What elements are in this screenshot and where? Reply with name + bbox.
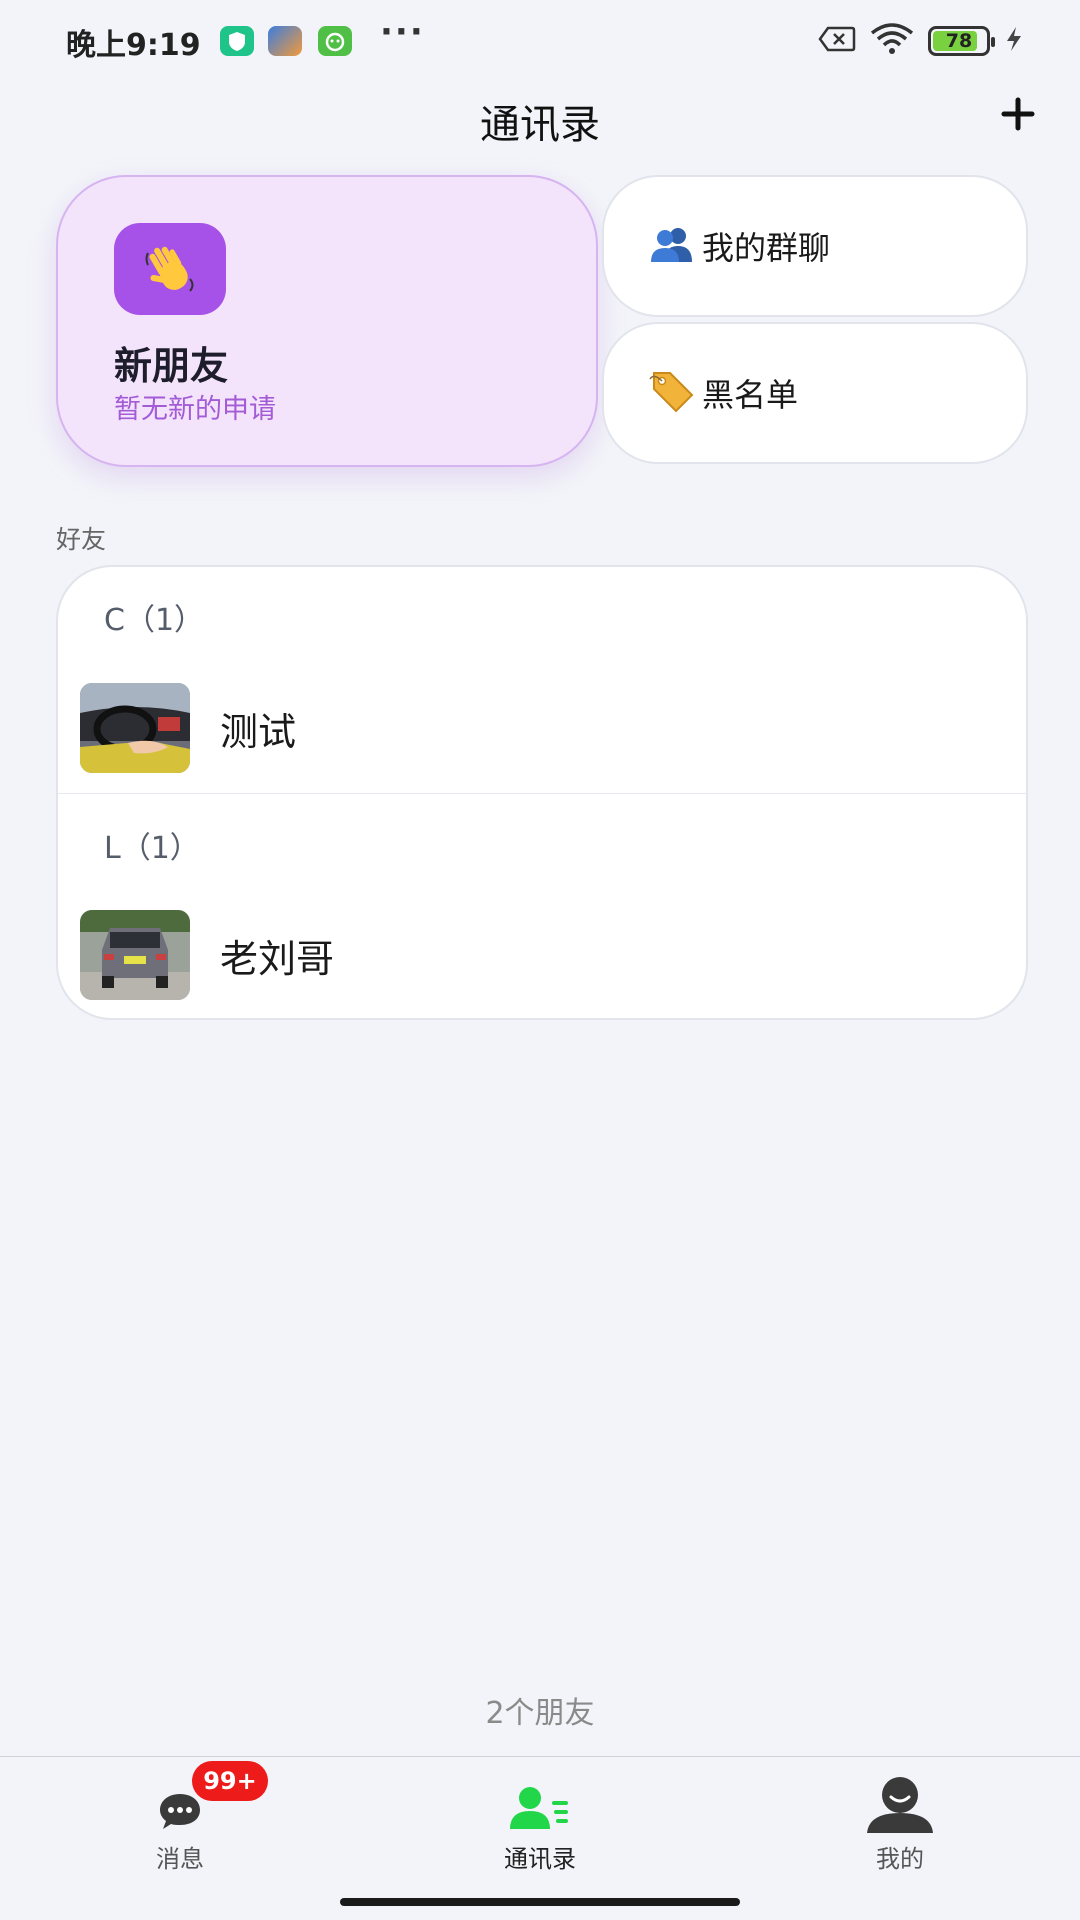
plus-icon (1001, 97, 1035, 131)
blacklist-card[interactable]: 黑名单 (602, 322, 1028, 464)
unread-badge: 99+ (192, 1761, 268, 1801)
battery-level: 78 (945, 30, 973, 52)
friend-count: 2个朋友 (485, 1696, 595, 1731)
bottom-nav: 99+ 消息 通讯录 我的 (0, 1756, 1080, 1920)
status-bar: 晚上9:19 ··· 78 (0, 0, 1080, 80)
charging-icon (1004, 25, 1024, 57)
tag-icon (648, 369, 696, 417)
my-groups-card[interactable]: 我的群聊 (602, 175, 1028, 317)
home-indicator[interactable] (340, 1898, 740, 1906)
friends-section-label: 好友 (56, 525, 107, 554)
nav-label-contacts: 通讯录 (504, 1845, 576, 1873)
friend-avatar (80, 683, 190, 773)
group-header-l: L（1） (104, 831, 200, 866)
header: 通讯录 (0, 80, 1080, 180)
new-friends-subtitle: 暂无新的申请 (114, 394, 276, 425)
people-icon (648, 224, 696, 268)
battery-icon: 78 (928, 26, 995, 56)
waving-hand-icon (114, 223, 226, 315)
friend-list: C（1） 测试 L（1） 老刘哥 (56, 565, 1028, 1020)
nav-item-me[interactable]: 我的 (780, 1757, 1020, 1877)
nav-item-contacts[interactable]: 通讯录 (420, 1757, 660, 1877)
nav-item-messages[interactable]: 99+ 消息 (60, 1757, 300, 1877)
friend-name: 老刘哥 (220, 937, 335, 981)
add-button[interactable] (996, 92, 1040, 136)
group-header-c: C（1） (104, 603, 205, 638)
friend-avatar (80, 910, 190, 1000)
friend-row[interactable]: 测试 (58, 665, 1026, 785)
friend-name: 测试 (220, 710, 297, 754)
shield-app-icon (220, 26, 254, 56)
my-groups-label: 我的群聊 (702, 229, 831, 267)
cat-app-icon (318, 26, 352, 56)
nav-label-me: 我的 (876, 1845, 924, 1873)
new-friends-card[interactable]: 新朋友 暂无新的申请 (56, 175, 598, 467)
page-title: 通讯录 (480, 102, 600, 148)
status-indicators: 78 (818, 23, 1024, 59)
sim-none-icon (818, 26, 856, 56)
more-notifications-icon: ··· (380, 12, 425, 52)
game-app-icon (268, 26, 302, 56)
nav-label-messages: 消息 (156, 1845, 204, 1873)
new-friends-title: 新朋友 (114, 344, 229, 388)
status-time: 晚上9:19 (66, 28, 201, 63)
list-divider (58, 793, 1026, 794)
wifi-icon (870, 23, 914, 59)
contacts-page: 晚上9:19 ··· 78 通讯录 新朋友 暂无新的申请 我的群聊 黑名单 好友… (0, 0, 1080, 1920)
blacklist-label: 黑名单 (702, 376, 799, 414)
contacts-icon (420, 1777, 660, 1837)
friend-row[interactable]: 老刘哥 (58, 892, 1026, 1012)
profile-icon (780, 1777, 1020, 1837)
